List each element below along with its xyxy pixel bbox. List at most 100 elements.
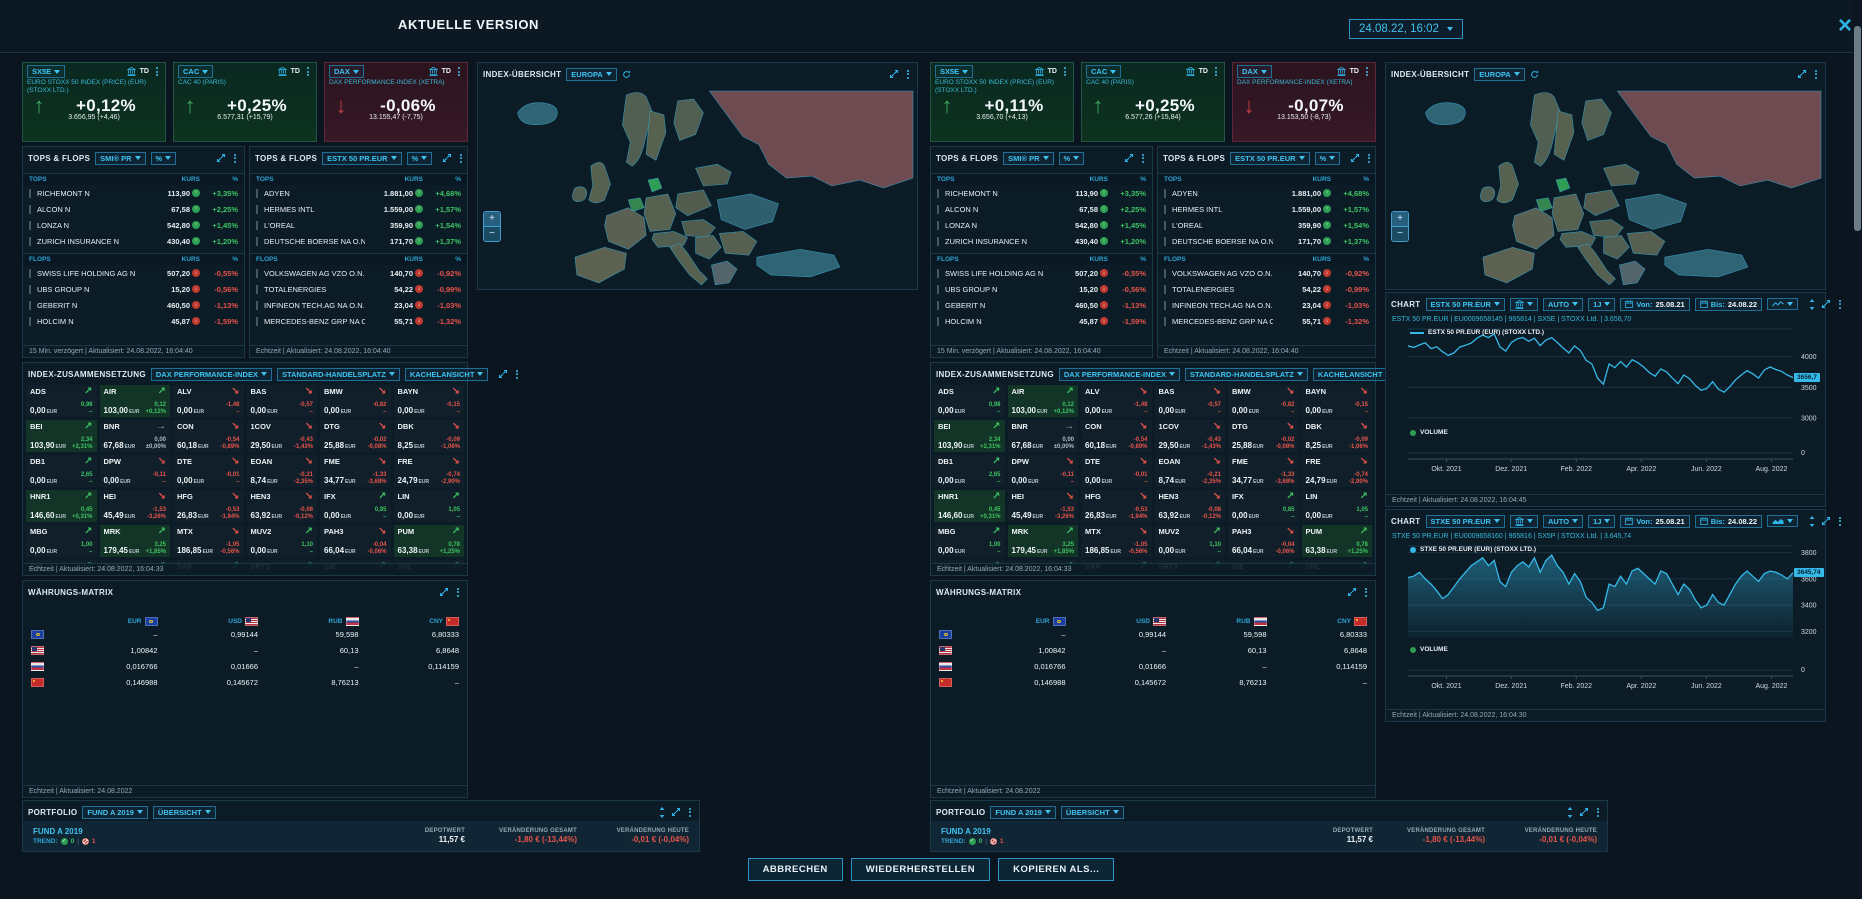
stock-row[interactable]: VOLKSWAGEN AG VZO O.N. 140,70↓ -0,92% xyxy=(250,265,467,281)
stock-row[interactable]: SWISS LIFE HOLDING AG N 507,20↓ -0,55% xyxy=(931,265,1152,281)
currency-row[interactable]: 0,0167660,01666–0,114159 xyxy=(23,658,467,674)
drag-handle[interactable] xyxy=(1164,317,1166,326)
composition-tile-1COV[interactable]: 1COV↘ 29,50EUR -0,43-1,43% xyxy=(247,420,318,452)
drag-handle[interactable] xyxy=(29,269,31,278)
kebab-menu-icon[interactable] xyxy=(455,66,463,77)
composition-tile-BMW[interactable]: BMW↘ 0,00EUR -0,82– xyxy=(320,385,391,417)
drag-handle[interactable] xyxy=(29,285,31,294)
chart-range-selector[interactable]: 1J xyxy=(1588,298,1615,311)
scrollbar-thumb[interactable] xyxy=(1854,26,1861,231)
kebab-menu-icon[interactable] xyxy=(1812,69,1820,80)
chart-venue-selector[interactable] xyxy=(1510,515,1538,528)
composition-tile-LIN[interactable]: LIN↗ 0,00EUR 1,05– xyxy=(394,490,465,522)
drag-handle[interactable] xyxy=(937,221,939,230)
composition-tile-BEI[interactable]: BEI↗ 103,90EUR 2,34+2,31% xyxy=(934,420,1005,452)
stock-row[interactable]: INFINEON TECH.AG NA O.N. 23,04↓ -1,03% xyxy=(250,297,467,313)
composition-tile-BMW[interactable]: BMW↘ 0,00EUR -0,82– xyxy=(1228,385,1299,417)
composition-tile-MUV2[interactable]: MUV2↗ 0,00EUR 1,10– xyxy=(1155,525,1226,557)
composition-tile-BEI[interactable]: BEI↗ 103,90EUR 2,34+2,31% xyxy=(26,420,97,452)
chart-from-date[interactable]: Von:25.08.21 xyxy=(1620,515,1689,528)
composition-tile-FME[interactable]: FME↘ 34,77EUR -1,33-3,68% xyxy=(320,455,391,487)
kebab-menu-icon[interactable] xyxy=(904,69,912,80)
composition-tile-EOAN[interactable]: EOAN↘ 8,74EUR -0,21-2,35% xyxy=(1155,455,1226,487)
stock-row[interactable]: MERCEDES-BENZ GRP NA O.N. 55,71↓ -1,32% xyxy=(250,313,467,329)
index-symbol-selector[interactable]: CAC xyxy=(1086,65,1121,78)
stock-row[interactable]: HOLCIM N 45,87↓ -1,59% xyxy=(23,313,244,329)
composition-tile-HEI[interactable]: HEI↘ 45,49EUR -1,53-3,26% xyxy=(1008,490,1079,522)
portfolio-view-selector[interactable]: ÜBERSICHT xyxy=(1061,806,1124,819)
portfolio-selector[interactable]: FUND A 2019 xyxy=(990,806,1056,819)
portfolio-view-selector[interactable]: ÜBERSICHT xyxy=(153,806,216,819)
index-tile-SX5E[interactable]: SX5E TD EURO STOXX 50 INDEX (PRICE) (EUR… xyxy=(22,62,166,142)
stock-row[interactable]: GEBERIT N 460,50↓ -1,13% xyxy=(23,297,244,313)
drag-handle[interactable] xyxy=(1164,269,1166,278)
composition-tile-DB1[interactable]: DB1↗ 0,00EUR 2,65– xyxy=(26,455,97,487)
europe-map[interactable] xyxy=(1388,83,1823,287)
composition-tile-MRK[interactable]: MRK↗ 179,45EUR 3,25+1,85% xyxy=(1008,525,1079,557)
composition-tile-HEN3[interactable]: HEN3↘ 63,92EUR -0,08-0,12% xyxy=(247,490,318,522)
chart-range-selector[interactable]: 1J xyxy=(1588,515,1615,528)
drag-handle[interactable] xyxy=(937,317,939,326)
drag-handle[interactable] xyxy=(1164,205,1166,214)
index-selector[interactable]: ESTX 50 PR.EUR xyxy=(322,152,401,165)
composition-tile-HFG[interactable]: HFG↘ 26,83EUR -0,53-1,94% xyxy=(1081,490,1152,522)
stock-row[interactable]: TOTALENERGIES 54,22↓ -0,99% xyxy=(250,281,467,297)
portfolio-row[interactable]: FUND A 2019 TREND: ✓0 | 1 DEPOTWERT 11,5… xyxy=(23,821,699,851)
composition-tile-ADS[interactable]: ADS↗ 0,00EUR 0,98– xyxy=(26,385,97,417)
composition-tile-IFX[interactable]: IFX↗ 0,00EUR 0,85– xyxy=(320,490,391,522)
drag-handle[interactable] xyxy=(937,189,939,198)
portfolio-selector[interactable]: FUND A 2019 xyxy=(82,806,148,819)
chart-mode-selector[interactable]: AUTO xyxy=(1543,515,1583,528)
index-tile-SX5E[interactable]: SX5E TD EURO STOXX 50 INDEX (PRICE) (EUR… xyxy=(930,62,1074,142)
composition-tile-HNR1[interactable]: HNR1↗ 146,60EUR 0,45+0,31% xyxy=(934,490,1005,522)
stock-row[interactable]: SWISS LIFE HOLDING AG N 507,20↓ -0,55% xyxy=(23,265,244,281)
index-selector[interactable]: DAX PERFORMANCE-INDEX xyxy=(151,368,272,381)
composition-tile-PAH3[interactable]: PAH3↘ 66,04EUR -0,04-0,06% xyxy=(1228,525,1299,557)
expand-icon[interactable] xyxy=(1579,807,1589,817)
stock-row[interactable]: MERCEDES-BENZ GRP NA O.N. 55,71↓ -1,32% xyxy=(1158,313,1375,329)
resize-vertical-icon[interactable] xyxy=(1808,516,1816,527)
stock-row[interactable]: DEUTSCHE BOERSE NA O.N. 171,70↑ +1,37% xyxy=(1158,233,1375,249)
stock-row[interactable]: VOLKSWAGEN AG VZO O.N. 140,70↓ -0,92% xyxy=(1158,265,1375,281)
kebab-menu-icon[interactable] xyxy=(153,66,161,77)
drag-handle[interactable] xyxy=(256,221,258,230)
chart-plot[interactable]: STXE 50 PR.EUR (EUR) (STOXX LTD.) VOLUME… xyxy=(1396,544,1821,696)
drag-handle[interactable] xyxy=(29,205,31,214)
zoom-in-button[interactable]: + xyxy=(484,212,500,226)
index-tile-CAC[interactable]: CAC TD CAC 40 (PARIS) ↑ +0,25% 6.577,31 … xyxy=(173,62,317,142)
stock-row[interactable]: HOLCIM N 45,87↓ -1,59% xyxy=(931,313,1152,329)
composition-tile-MUV2[interactable]: MUV2↗ 0,00EUR 1,10– xyxy=(247,525,318,557)
stock-row[interactable]: UBS GROUP N 15,20↓ -0,56% xyxy=(23,281,244,297)
expand-icon[interactable] xyxy=(1350,153,1360,163)
composition-tile-MBG[interactable]: MBG↗ 0,00EUR 1,00– xyxy=(934,525,1005,557)
drag-handle[interactable] xyxy=(29,301,31,310)
chart-from-date[interactable]: Von:25.08.21 xyxy=(1620,298,1689,311)
index-tile-DAX[interactable]: DAX TD DAX PERFORMANCE-INDEX (XETRA) ↓ -… xyxy=(324,62,468,142)
kebab-menu-icon[interactable] xyxy=(1836,299,1844,310)
map-zoom-control[interactable]: + − xyxy=(483,211,501,242)
stock-row[interactable]: ZURICH INSURANCE N 430,40↑ +1,20% xyxy=(23,233,244,249)
composition-tile-BAS[interactable]: BAS↘ 0,00EUR -0,57– xyxy=(247,385,318,417)
region-selector[interactable]: EUROPA xyxy=(1474,68,1525,81)
stock-row[interactable]: HERMES INTL 1.559,00↑ +1,57% xyxy=(1158,201,1375,217)
cancel-button[interactable]: ABBRECHEN xyxy=(748,858,843,881)
stock-row[interactable]: ALCON N 67,58↑ +2,25% xyxy=(931,201,1152,217)
composition-tile-BNR[interactable]: BNR→ 67,68EUR 0,00±0,00% xyxy=(100,420,171,452)
zoom-out-button[interactable]: − xyxy=(484,226,500,241)
drag-handle[interactable] xyxy=(937,285,939,294)
chart-to-date[interactable]: Bis:24.08.22 xyxy=(1695,515,1762,528)
composition-tile-PAH3[interactable]: PAH3↘ 66,04EUR -0,04-0,06% xyxy=(320,525,391,557)
expand-icon[interactable] xyxy=(498,369,508,379)
stock-row[interactable]: LONZA N 542,80↑ +1,45% xyxy=(23,217,244,233)
drag-handle[interactable] xyxy=(29,237,31,246)
index-symbol-selector[interactable]: SX5E xyxy=(27,65,65,78)
venue-selector[interactable]: STANDARD-HANDELSPLATZ xyxy=(277,368,400,381)
currency-row[interactable]: 0,1469880,1456728,76213– xyxy=(23,674,467,690)
composition-tile-DBK[interactable]: DBK↘ 8,25EUR -0,09-1,06% xyxy=(1302,420,1373,452)
stock-row[interactable]: RICHEMONT N 113,90↑ +3,35% xyxy=(931,185,1152,201)
composition-tile-MRK[interactable]: MRK↗ 179,45EUR 3,25+1,85% xyxy=(100,525,171,557)
chart-venue-selector[interactable] xyxy=(1510,298,1538,311)
index-selector[interactable]: ESTX 50 PR.EUR xyxy=(1230,152,1309,165)
kebab-menu-icon[interactable] xyxy=(1836,516,1844,527)
kebab-menu-icon[interactable] xyxy=(454,587,462,598)
